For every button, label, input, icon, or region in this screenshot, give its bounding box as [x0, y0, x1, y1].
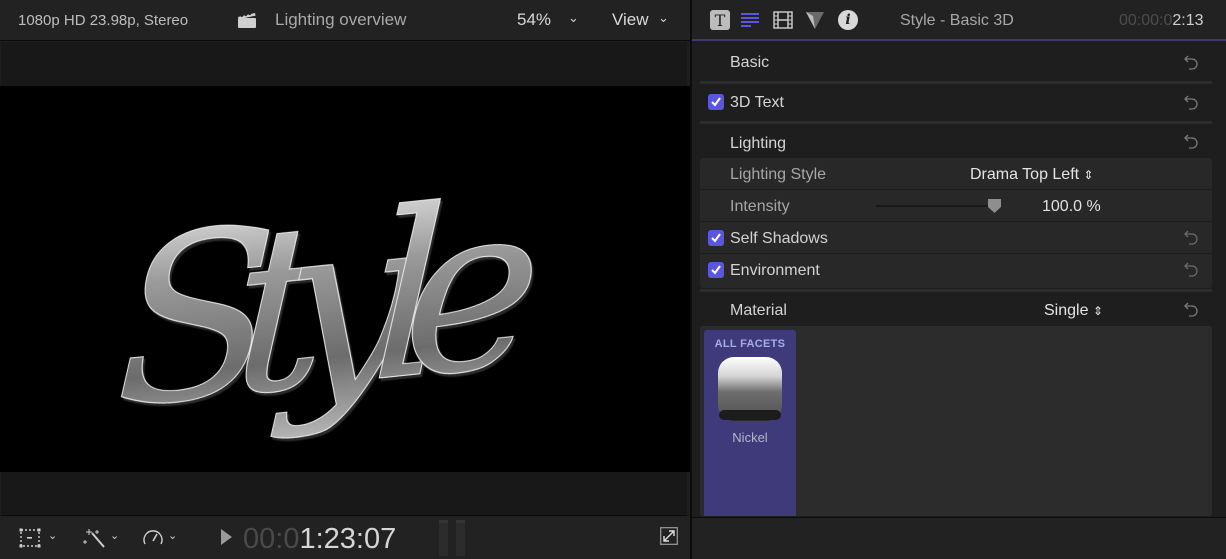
- intensity-label: Intensity: [730, 198, 790, 215]
- chevron-down-icon[interactable]: ⌄: [48, 529, 57, 542]
- duration-value: 2:13: [1172, 12, 1204, 29]
- section-3d-text[interactable]: 3D Text: [700, 84, 1212, 122]
- zoom-level-menu[interactable]: 54%: [517, 10, 551, 30]
- intensity-slider[interactable]: [876, 205, 1001, 207]
- audio-meter-left: [439, 520, 448, 556]
- chevron-down-icon[interactable]: ⌄: [168, 529, 177, 542]
- project-format: 1080p HD 23.98p, Stereo: [18, 12, 189, 29]
- checkmark-icon: [711, 233, 721, 243]
- playhead-timecode[interactable]: 00:01:23:07: [243, 523, 396, 556]
- checkmark-icon: [711, 265, 721, 275]
- clapperboard-icon: [238, 13, 256, 28]
- preview-text: Style: [113, 149, 546, 460]
- letterbox-bottom: [1, 472, 687, 516]
- up-down-chevron-icon: ⇕: [1083, 168, 1094, 182]
- chevron-down-icon[interactable]: ⌄: [110, 529, 119, 542]
- chevron-down-icon[interactable]: ⌄: [568, 10, 579, 26]
- tab-video[interactable]: [772, 9, 794, 31]
- lighting-style-popup[interactable]: Drama Top Left ⇕: [970, 166, 1094, 184]
- section-material[interactable]: Material Single ⇕: [700, 292, 1212, 330]
- inspector-title: Style - Basic 3D: [900, 12, 1014, 29]
- tab-title[interactable]: [739, 9, 761, 31]
- reset-icon[interactable]: [1183, 229, 1199, 245]
- video-canvas[interactable]: Style: [0, 86, 690, 472]
- facet-material-name: Nickel: [732, 430, 768, 445]
- duration-leading: 00:00:0: [1119, 12, 1173, 29]
- info-icon: i: [838, 10, 858, 30]
- fullscreen-icon[interactable]: [660, 527, 678, 545]
- lighting-style-label: Lighting Style: [730, 166, 827, 183]
- section-basic[interactable]: Basic: [700, 43, 1212, 81]
- reset-icon[interactable]: [1183, 301, 1199, 317]
- letterbox-top: [1, 42, 687, 86]
- intensity-row: Intensity 100.0 %: [700, 190, 1212, 222]
- timecode-leading: 00:0: [243, 523, 300, 555]
- environment-label: Environment: [730, 262, 820, 279]
- material-swatch-nickel: [718, 357, 782, 421]
- self-shadows-row[interactable]: Self Shadows: [700, 222, 1212, 254]
- tab-text[interactable]: T: [709, 9, 731, 31]
- speedometer-icon[interactable]: [141, 527, 165, 549]
- section-label: Material: [730, 302, 787, 319]
- material-mode-value: Single: [1044, 302, 1089, 319]
- lighting-style-value: Drama Top Left: [970, 166, 1080, 183]
- clip-duration: 00:00:02:13: [1119, 12, 1204, 30]
- reset-icon[interactable]: [1183, 261, 1199, 277]
- transform-icon[interactable]: [18, 527, 42, 549]
- clip-title: Lighting overview: [275, 10, 407, 29]
- inspector-footer: [692, 517, 1226, 559]
- film-strip-icon: [773, 11, 793, 29]
- tab-generator[interactable]: [804, 9, 826, 31]
- viewer-footer: ⌄ ⌄ ⌄ 00:01:23:07: [0, 517, 690, 559]
- view-menu[interactable]: View: [612, 10, 649, 30]
- preview-3d-text: Style: [112, 148, 546, 460]
- material-mode-popup[interactable]: Single ⇕: [1044, 302, 1103, 320]
- checkmark-icon: [711, 97, 721, 107]
- audio-meter-right: [456, 520, 465, 556]
- lighting-style-row: Lighting Style Drama Top Left ⇕: [700, 158, 1212, 190]
- viewer-header: 1080p HD 23.98p, Stereo Lighting overvie…: [0, 0, 690, 41]
- section-label: 3D Text: [730, 94, 784, 111]
- section-lighting[interactable]: Lighting: [700, 124, 1212, 162]
- reset-icon[interactable]: [1183, 94, 1199, 110]
- chevron-down-icon[interactable]: ⌄: [658, 10, 669, 26]
- reset-icon[interactable]: [1183, 54, 1199, 70]
- intensity-unit: %: [1086, 198, 1101, 215]
- section-label: Lighting: [730, 135, 787, 152]
- viewer-panel: 1080p HD 23.98p, Stereo Lighting overvie…: [0, 0, 690, 559]
- tab-info[interactable]: i: [837, 9, 859, 31]
- facet-all-facets[interactable]: ALL FACETS Nickel: [704, 330, 796, 516]
- text-tab-icon: T: [710, 10, 730, 30]
- intensity-value: 100.0: [1042, 198, 1083, 215]
- facet-header: ALL FACETS: [714, 338, 786, 350]
- 3d-text-checkbox[interactable]: [708, 94, 724, 110]
- triangle-generator-icon: [806, 12, 824, 29]
- environment-checkbox[interactable]: [708, 262, 724, 278]
- intensity-value-field[interactable]: 100.0 %: [1042, 198, 1101, 216]
- paragraph-lines-icon: [741, 13, 759, 27]
- reset-icon[interactable]: [1183, 133, 1199, 149]
- inspector-header: T i Style - Basic 3D 00:00:02:13: [692, 0, 1226, 41]
- material-facets: ALL FACETS Nickel: [700, 326, 1212, 516]
- slider-knob[interactable]: [988, 199, 1001, 213]
- environment-row[interactable]: Environment: [700, 254, 1212, 286]
- self-shadows-checkbox[interactable]: [708, 230, 724, 246]
- magic-wand-icon[interactable]: [82, 527, 110, 549]
- play-icon[interactable]: [221, 529, 232, 545]
- section-label: Basic: [730, 54, 770, 71]
- lighting-parameters: Lighting Style Drama Top Left ⇕ Intensit…: [700, 158, 1212, 288]
- inspector-panel: T i Style - Basic 3D 00:00:02:13 Basic 3…: [690, 0, 1226, 559]
- timecode-value: 1:23:07: [299, 523, 397, 555]
- up-down-chevron-icon: ⇕: [1092, 304, 1103, 318]
- self-shadows-label: Self Shadows: [730, 230, 828, 247]
